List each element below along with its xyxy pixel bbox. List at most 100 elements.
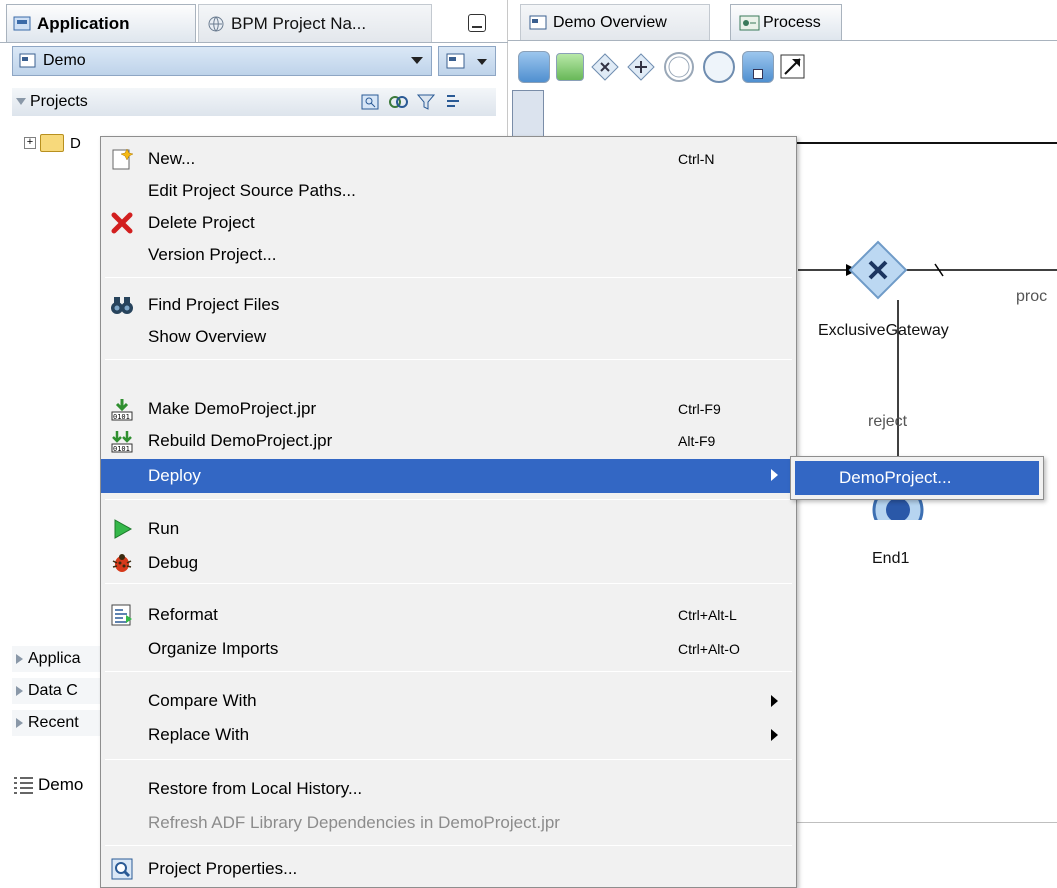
shortcut-label: Ctrl+Alt-L [678,607,737,623]
shortcut-label: Ctrl+Alt-O [678,641,740,657]
menu-item-rebuild-project[interactable]: 0101 Rebuild DemoProject.jpr Alt-F9 [101,425,796,457]
shortcut-label: Alt-F9 [678,433,716,449]
application-selector-label: Demo [43,52,86,69]
menu-item-label: Find Project Files [148,295,280,314]
swimlane-header[interactable] [512,90,544,140]
menu-item-label: Deploy [148,466,201,485]
sync-icon[interactable] [388,93,410,111]
parallel-gateway-tool-icon[interactable] [626,52,656,82]
chevron-down-icon [411,57,423,64]
start-event-tool-icon[interactable] [702,50,736,84]
application-selector[interactable]: Demo [12,46,432,76]
menu-item-debug[interactable]: Debug [101,547,796,579]
user-task-tool-icon[interactable] [556,53,584,81]
working-sets-icon[interactable] [444,93,466,111]
tab-bpm-project-navigator[interactable]: BPM Project Na... [198,4,432,42]
menu-item-refresh-adf-library: Refresh ADF Library Dependencies in Demo… [101,807,796,839]
menu-item-restore-local-history[interactable]: Restore from Local History... [101,773,796,805]
expand-icon[interactable]: + [24,137,36,149]
minimize-button[interactable] [468,14,486,32]
menu-separator [105,277,792,278]
menu-item-label: Compare With [148,691,257,710]
menu-separator [105,759,792,760]
application-menu-icon [446,53,487,69]
menu-item-label: Project Properties... [148,859,298,878]
filter-icon[interactable] [416,93,438,111]
structure-icon [14,777,33,794]
new-icon [109,147,135,171]
intermediate-event-tool-icon[interactable] [662,50,696,84]
accordion-recently-opened[interactable]: Recent [12,710,112,736]
expand-icon [16,718,23,728]
menu-item-label: Version Project... [148,245,277,264]
menu-item-version-project[interactable]: Version Project... [101,239,796,271]
overview-icon [529,15,547,29]
debug-icon [109,551,135,575]
reject-flow-label: reject [868,413,908,430]
application-icon [13,16,31,30]
collapse-icon [16,98,26,105]
run-icon [109,517,135,541]
rebuild-icon: 0101 [109,429,135,453]
shortcut-label: Ctrl-N [678,151,715,167]
menu-item-project-properties[interactable]: Project Properties... [101,853,796,885]
subprocess-tool-icon[interactable] [742,51,774,83]
tab-divider [508,40,1057,41]
menu-item-compare-with[interactable]: Compare With [101,685,796,717]
component-palette [518,50,806,84]
structure-tab-demo[interactable]: Demo [12,770,102,800]
menu-item-edit-source-paths[interactable]: Edit Project Source Paths... [101,175,796,207]
application-menu-button[interactable] [438,46,496,76]
tab-application-label: Application [37,13,130,33]
shortcut-label: Ctrl-F9 [678,401,721,417]
deploy-submenu: DemoProject... [790,456,1044,500]
menu-separator [105,499,792,500]
menu-item-label: Delete Project [148,213,255,232]
make-icon: 0101 [109,397,135,421]
activity-tool-icon[interactable] [518,51,550,83]
tree-node-demoproject[interactable]: + D [24,130,81,156]
menu-item-replace-with[interactable]: Replace With [101,719,796,751]
tab-demo-overview[interactable]: Demo Overview [520,4,710,40]
menu-item-label: Reformat [148,605,218,624]
menu-item-label: Edit Project Source Paths... [148,181,356,200]
tab-process-label: Process [763,13,821,31]
accordion-data-controls[interactable]: Data C [12,678,112,704]
menu-item-label: New... [148,149,196,168]
menu-item-reformat[interactable]: Reformat Ctrl+Alt-L [101,599,796,631]
menu-item-run[interactable]: Run [101,513,796,545]
menu-item-label: DemoProject... [839,468,952,487]
expand-icon [16,686,23,696]
submenu-arrow-icon [771,729,778,741]
menu-separator [105,671,792,672]
accordion-application-resources[interactable]: Applica [12,646,112,672]
projects-header-label: Projects [30,93,88,110]
menu-item-label: Rebuild DemoProject.jpr [148,431,333,450]
application-icon [19,53,36,68]
reformat-icon [109,603,135,627]
tab-bpm-label: BPM Project Na... [231,13,367,33]
connector-tool-icon[interactable] [780,54,806,80]
process-icon [739,15,760,30]
menu-item-deploy[interactable]: Deploy [101,459,796,493]
tab-process[interactable]: Process [730,4,842,40]
menu-item-show-overview[interactable]: Show Overview [101,321,796,353]
menu-item-delete-project[interactable]: Delete Project [101,207,796,239]
search-icon[interactable] [360,93,382,111]
tree-node-label: D [70,134,81,152]
submenu-arrow-icon [771,469,778,481]
menu-item-make-project[interactable]: 0101 Make DemoProject.jpr Ctrl-F9 [101,393,796,425]
menu-item-organize-imports[interactable]: Organize Imports Ctrl+Alt-O [101,633,796,665]
menu-item-deploy-demoproject[interactable]: DemoProject... [795,461,1039,495]
tab-application[interactable]: Application [6,4,196,42]
projects-panel-header[interactable]: Projects [12,88,496,116]
menu-item-find-project-files[interactable]: Find Project Files [101,289,796,321]
menu-item-label: Organize Imports [148,639,279,658]
expand-icon [16,654,23,664]
properties-icon [109,857,135,881]
menu-item-new[interactable]: New... Ctrl-N [101,143,796,175]
tab-divider [0,42,508,43]
exclusive-gateway-tool-icon[interactable] [590,52,620,82]
exclusive-gateway-icon[interactable] [848,240,908,300]
accordion-label: Applica [28,650,81,667]
